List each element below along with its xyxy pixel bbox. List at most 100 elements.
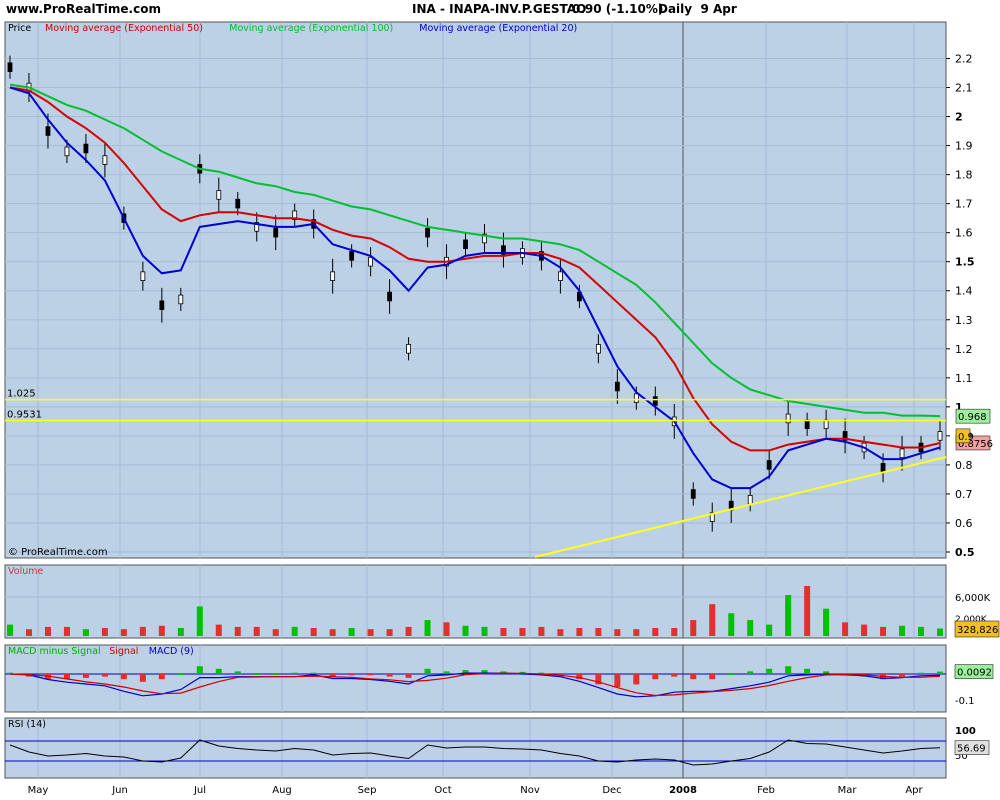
macd-hist-bar: [614, 674, 621, 687]
last-ema100: 0.968: [958, 412, 987, 423]
candle-body: [463, 239, 468, 250]
volume-bar: [215, 624, 222, 636]
x-tick-label-jul: Jul: [193, 785, 206, 796]
volume-bar: [158, 625, 165, 636]
macd-legend-0: MACD minus Signal: [8, 646, 101, 657]
macd-hist-bar: [120, 674, 127, 680]
volume-bar: [272, 629, 279, 636]
macd-hist-bar: [291, 672, 298, 674]
candle-body: [387, 291, 392, 302]
x-tick-label-dec: Dec: [602, 785, 621, 796]
macd-hist-bar: [690, 674, 697, 680]
macd-legend-1: Signal: [109, 646, 138, 657]
candle-body: [178, 294, 184, 305]
stock-chart[interactable]: May Jun Jul Aug Sep Oct Nov Dec 2008 Feb Mar Apr 2.2…: [0, 0, 1000, 800]
macd-hist-bar: [899, 674, 906, 677]
macd-hist-bar: [424, 668, 431, 674]
volume-bar: [538, 626, 545, 636]
macd-hist-bar: [633, 674, 640, 685]
candle-body: [690, 489, 696, 499]
candle-body: [7, 62, 13, 72]
macd-tick-neg: -0.1: [955, 696, 975, 707]
candle-body: [102, 155, 108, 165]
candle-body: [64, 146, 70, 157]
candle-body: [83, 143, 89, 154]
x-tick-label-mar: Mar: [838, 785, 858, 796]
candle-body: [140, 271, 146, 281]
y-tick-label: 1.5: [955, 256, 975, 269]
y-tick-label: 0.5: [955, 546, 975, 559]
candle-body: [823, 419, 829, 430]
candle-body: [558, 271, 563, 281]
vol-tick: 6,000K: [955, 593, 991, 604]
volume-bar: [253, 626, 260, 636]
volume-bar: [728, 613, 735, 636]
macd-hist-bar: [747, 671, 754, 674]
macd-hist-bar: [443, 671, 450, 674]
volume-bar: [291, 626, 298, 636]
volume-bar: [348, 628, 355, 636]
candle-body: [633, 393, 639, 403]
candle-body: [785, 413, 791, 424]
macd-hist-bar: [918, 672, 925, 674]
volume-bar: [139, 626, 146, 636]
price-panel: [4, 21, 947, 559]
volume-bar: [747, 620, 754, 636]
x-tick-label-apr: Apr: [905, 785, 923, 796]
y-tick-label: 2.2: [955, 52, 973, 65]
macd-hist-bar: [158, 674, 165, 680]
legend-ema-1: Moving average (Exponential 100): [229, 23, 393, 34]
volume-bar: [7, 624, 13, 636]
macd-hist-bar: [728, 674, 735, 675]
volume-bar: [367, 629, 374, 636]
candle-body: [766, 460, 772, 470]
macd-hist-bar: [652, 674, 659, 680]
volume-bar: [861, 624, 868, 636]
x-tick-label-jun: Jun: [111, 785, 128, 796]
candle-body: [406, 344, 411, 354]
candle-body: [45, 126, 51, 136]
volume-bar: [899, 625, 906, 636]
macd-hist-bar: [253, 674, 260, 675]
volume-bar: [481, 626, 488, 636]
candle-body: [747, 494, 753, 505]
macd-hist-bar: [709, 674, 716, 680]
volume-bar: [462, 625, 469, 636]
candle-body: [880, 463, 886, 473]
rsi-tick-100: 100: [955, 726, 976, 737]
y-tick-label: 1.2: [955, 343, 973, 356]
macd-hist-bar: [177, 674, 184, 675]
volume-bar: [519, 628, 526, 636]
volume-bar: [196, 606, 203, 636]
candle-body: [899, 448, 905, 459]
volume-bar: [671, 628, 678, 636]
macd-legend-2: MACD (9): [149, 646, 194, 657]
volume-bar: [120, 629, 127, 636]
volume-bar: [310, 628, 317, 636]
candle-body: [595, 344, 601, 354]
macd-hist-bar: [766, 668, 773, 674]
volume-bar: [880, 626, 887, 636]
macd-hist-bar: [348, 674, 355, 676]
volume-bar: [386, 629, 393, 636]
macd-hist-bar: [310, 672, 317, 674]
macd-hist-bar: [804, 668, 811, 674]
volume-bar: [25, 629, 32, 636]
volume-bar: [652, 628, 659, 636]
macd-hist-bar: [386, 674, 393, 677]
macd-hist-bar: [234, 671, 241, 674]
candle-body: [804, 419, 810, 430]
watermark: © ProRealTime.com: [8, 547, 108, 558]
macd-hist-bar: [139, 674, 146, 682]
y-tick-label: 1.9: [955, 140, 973, 153]
macd-hist-bar: [272, 674, 279, 675]
volume-bar: [804, 585, 811, 636]
x-tick-label-aug: Aug: [272, 785, 292, 796]
candle-body: [937, 431, 943, 441]
y-tick-label: 1.7: [955, 198, 973, 211]
volume-bar: [101, 628, 108, 636]
candle-body: [614, 381, 620, 392]
volume-bar: [709, 604, 716, 636]
candle-body: [368, 256, 374, 267]
macd-hist-bar: [82, 674, 89, 678]
